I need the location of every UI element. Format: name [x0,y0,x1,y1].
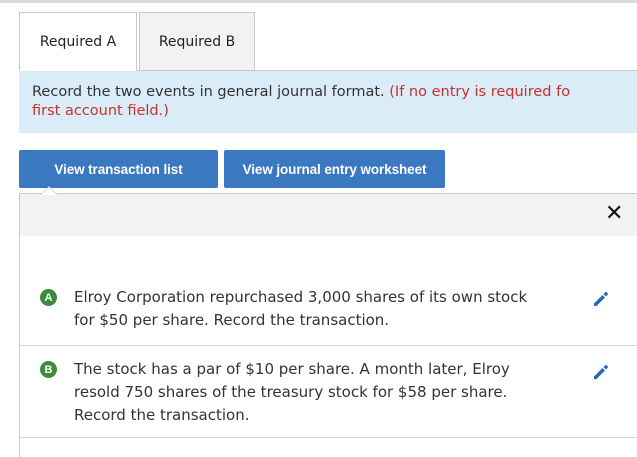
active-button-pointer [41,187,57,195]
transaction-a-text: Elroy Corporation repurchased 3,000 shar… [74,288,528,329]
view-journal-entry-worksheet-button[interactable]: View journal entry worksheet [224,150,445,188]
instruction-line-2: first account field.) [32,103,169,119]
instruction-box: Record the two events in general journal… [19,71,637,133]
view-transaction-list-button[interactable]: View transaction list [19,150,218,188]
instruction-note: (If no entry is required fo [389,84,571,100]
instruction-line-1: Record the two events in general journal… [32,83,637,102]
pencil-icon[interactable] [591,362,611,382]
tab-required-b[interactable]: Required B [139,12,255,71]
close-icon[interactable]: ✕ [605,201,623,227]
pencil-icon[interactable] [591,289,611,309]
tab-bar: Required A Required B [19,12,255,71]
transaction-item-a: A Elroy Corporation repurchased 3,000 sh… [20,278,637,346]
transaction-list-panel: ✕ A Elroy Corporation repurchased 3,000 … [19,193,637,457]
top-rule [0,0,637,3]
badge-b: B [40,361,57,378]
badge-a: A [40,289,57,306]
tab-required-a[interactable]: Required A [19,12,137,71]
panel-header: ✕ [20,194,637,236]
instruction-text: Record the two events in general journal… [32,84,385,100]
transaction-item-b: B The stock has a par of $10 per share. … [20,346,637,438]
transaction-b-text: The stock has a par of $10 per share. A … [74,360,510,424]
